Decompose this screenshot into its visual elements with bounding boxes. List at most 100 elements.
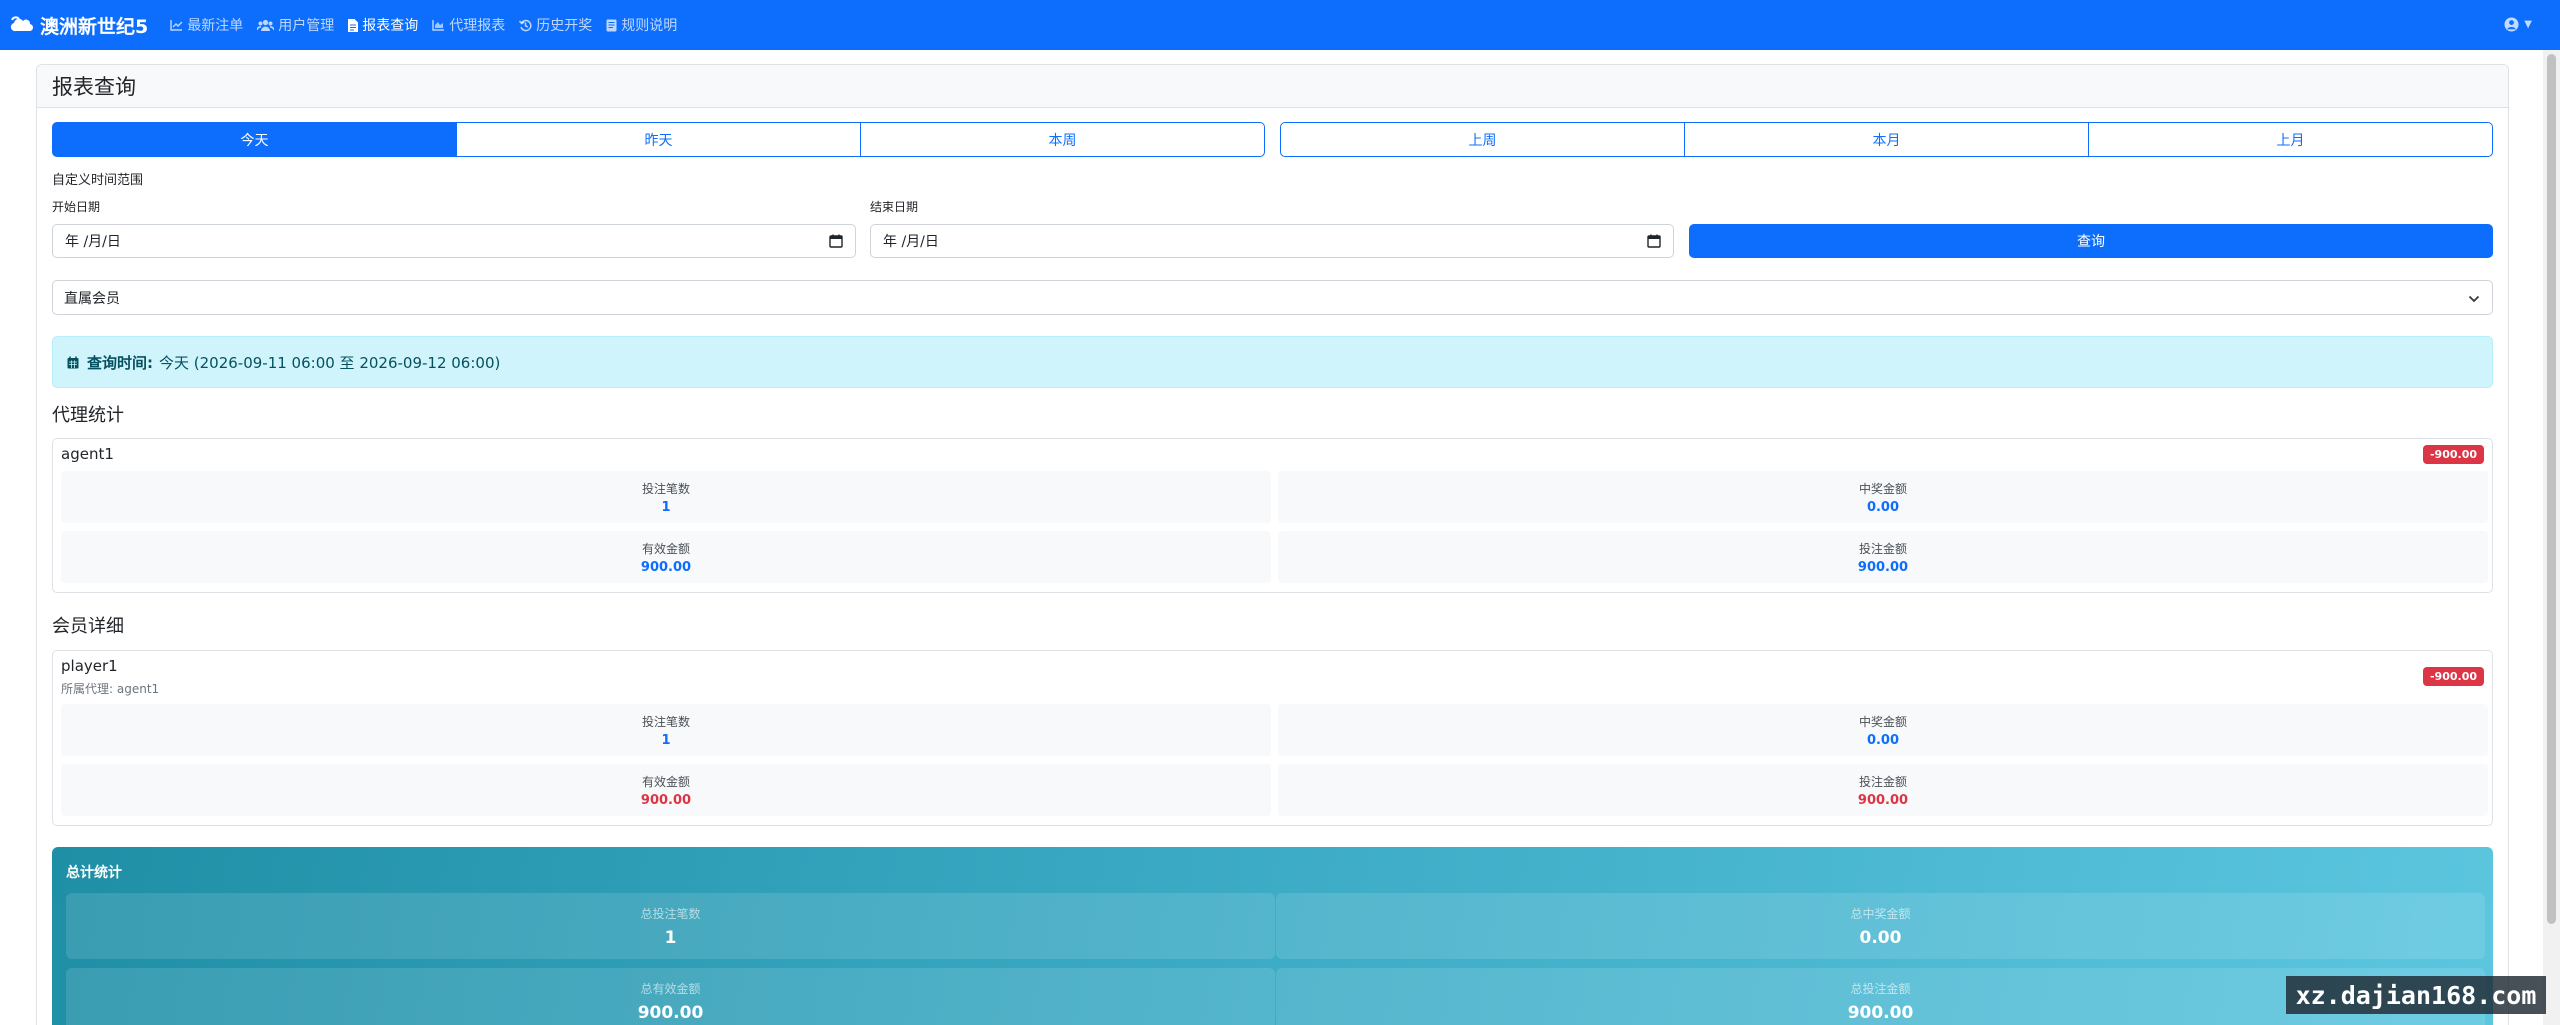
- member-type-select[interactable]: 直属会员: [52, 280, 2493, 315]
- profit-badge: -900.00: [2422, 667, 2484, 686]
- start-date-label: 开始日期: [52, 200, 101, 214]
- member-type-selected: 直属会员: [64, 290, 120, 307]
- stat-value: 900.00: [640, 792, 692, 808]
- summary-title: 总计统计: [66, 865, 122, 881]
- query-time-alert: 查询时间: 今天 (2026-09-11 06:00 至 2026-09-12 …: [52, 336, 2493, 388]
- summary-panel: 总计统计 总投注笔数 1 总中奖金额 0.00 总有效金额 900.00 总投注…: [52, 847, 2493, 1025]
- range-this-week-button[interactable]: 本周: [860, 122, 1265, 157]
- member-section-title: 会员详细: [52, 616, 124, 637]
- range-this-month-button[interactable]: 本月: [1684, 122, 2089, 157]
- nav-item-label: 用户管理: [278, 18, 335, 34]
- brand-name: 澳洲新世纪5: [40, 15, 149, 38]
- stat-label: 中奖金额: [1858, 714, 1907, 729]
- summary-total-valid-amount: 总有效金额 900.00: [66, 968, 1275, 1025]
- range-last-week-button[interactable]: 上周: [1280, 122, 1685, 157]
- nav-item-label: 规则说明: [621, 18, 678, 34]
- nav-item-label: 代理报表: [449, 18, 506, 34]
- end-date-label: 结束日期: [870, 200, 919, 214]
- member-name: player1: [61, 657, 118, 675]
- summary-value: 900.00: [637, 1002, 704, 1023]
- page-scrollbar[interactable]: [2543, 50, 2560, 1025]
- end-date-placeholder: 年 /月/日: [883, 234, 939, 250]
- stat-label: 投注金额: [1858, 774, 1907, 789]
- card-header: 报表查询: [37, 65, 2508, 108]
- range-button-group-1: 今天 昨天 本周: [52, 122, 1265, 157]
- summary-label: 总投注金额: [1850, 981, 1911, 996]
- start-date-field[interactable]: 年 /月/日: [52, 224, 856, 258]
- range-yesterday-button[interactable]: 昨天: [456, 122, 861, 157]
- summary-total-win-amount: 总中奖金额 0.00: [1276, 893, 2485, 959]
- summary-label: 总中奖金额: [1850, 906, 1911, 921]
- calendar-icon[interactable]: [829, 234, 843, 252]
- stat-value: 900.00: [640, 559, 692, 575]
- report-card: 报表查询 今天 昨天 本周 上周 本月 上月 自定义时间范围 开始日期 结束日期…: [36, 64, 2509, 1025]
- stat-label: 投注笔数: [641, 714, 690, 729]
- user-circle-icon: [2504, 17, 2519, 32]
- agent-name: agent1: [61, 445, 114, 463]
- user-menu[interactable]: ▼: [2504, 17, 2532, 32]
- nav-item-user-management[interactable]: 用户管理: [257, 15, 334, 35]
- stat-label: 投注金额: [1858, 541, 1907, 556]
- stat-label: 投注笔数: [641, 481, 690, 496]
- query-button[interactable]: 查询: [1689, 224, 2493, 258]
- top-navbar: 澳洲新世纪5 最新注单 用户管理 报表查询 代理报表 历史开奖 规则说明 ▼: [0, 0, 2560, 50]
- stat-win-amount: 中奖金额 0.00: [1278, 471, 2488, 523]
- query-time-value: 今天 (2026-09-11 06:00 至 2026-09-12 06:00): [159, 353, 501, 372]
- summary-total-bet-count: 总投注笔数 1: [66, 893, 1275, 959]
- stat-valid-amount: 有效金额 900.00: [61, 764, 1271, 816]
- range-last-month-button[interactable]: 上月: [2088, 122, 2493, 157]
- stat-value: 900.00: [1857, 792, 1909, 808]
- stat-value: 1: [661, 732, 671, 748]
- caret-down-icon: ▼: [2524, 19, 2532, 30]
- stat-label: 中奖金额: [1858, 481, 1907, 496]
- range-button-group-2: 上周 本月 上月: [1280, 122, 2493, 157]
- agent-entry: agent1 -900.00 投注笔数 1 中奖金额 0.00 有效金额 900…: [52, 438, 2493, 593]
- calendar-icon[interactable]: [1647, 234, 1661, 252]
- line-chart-icon: [170, 19, 183, 31]
- scrollbar-thumb[interactable]: [2547, 54, 2556, 924]
- nav-item-rules[interactable]: 规则说明: [606, 15, 677, 35]
- cloud-bubble-icon: [10, 16, 40, 34]
- summary-label: 总投注笔数: [640, 906, 701, 921]
- profit-badge: -900.00: [2422, 445, 2484, 464]
- stat-value: 0.00: [1866, 499, 1900, 515]
- stat-value: 1: [661, 499, 671, 515]
- agent-section-title: 代理统计: [52, 405, 124, 426]
- summary-label: 总有效金额: [640, 981, 701, 996]
- file-icon: [348, 18, 359, 32]
- summary-value: 1: [664, 927, 677, 948]
- area-chart-icon: [432, 19, 445, 31]
- stat-label: 有效金额: [641, 774, 690, 789]
- summary-value: 900.00: [1847, 1002, 1914, 1023]
- watermark: xz.dajian168.com: [2286, 976, 2546, 1014]
- custom-range-title: 自定义时间范围: [52, 173, 144, 188]
- nav-item-label: 最新注单: [187, 18, 244, 34]
- brand[interactable]: 澳洲新世纪5: [10, 12, 148, 39]
- query-time-label: 查询时间:: [87, 353, 153, 372]
- chevron-down-icon: [2468, 292, 2480, 308]
- nav-item-latest-bets[interactable]: 最新注单: [170, 15, 243, 35]
- nav-item-report-query[interactable]: 报表查询: [348, 15, 418, 35]
- stat-value: 900.00: [1857, 559, 1909, 575]
- stat-bet-count: 投注笔数 1: [61, 471, 1271, 523]
- stat-label: 有效金额: [641, 541, 690, 556]
- main-nav: 最新注单 用户管理 报表查询 代理报表 历史开奖 规则说明: [170, 15, 691, 35]
- nav-item-label: 报表查询: [362, 18, 419, 34]
- nav-item-draw-history[interactable]: 历史开奖: [519, 15, 592, 35]
- calendar-icon: [67, 356, 79, 369]
- stat-bet-count: 投注笔数 1: [61, 704, 1271, 756]
- nav-item-label: 历史开奖: [536, 18, 593, 34]
- stat-win-amount: 中奖金额 0.00: [1278, 704, 2488, 756]
- range-today-button[interactable]: 今天: [52, 122, 457, 157]
- history-icon: [519, 19, 532, 32]
- member-agent: 所属代理: agent1: [61, 682, 160, 696]
- stat-bet-amount: 投注金额 900.00: [1278, 764, 2488, 816]
- stat-value: 0.00: [1866, 732, 1900, 748]
- stat-valid-amount: 有效金额 900.00: [61, 531, 1271, 583]
- nav-item-agent-report[interactable]: 代理报表: [432, 15, 505, 35]
- end-date-field[interactable]: 年 /月/日: [870, 224, 1674, 258]
- book-icon: [606, 19, 617, 32]
- page-title: 报表查询: [52, 75, 136, 99]
- stat-bet-amount: 投注金额 900.00: [1278, 531, 2488, 583]
- summary-value: 0.00: [1859, 927, 1902, 948]
